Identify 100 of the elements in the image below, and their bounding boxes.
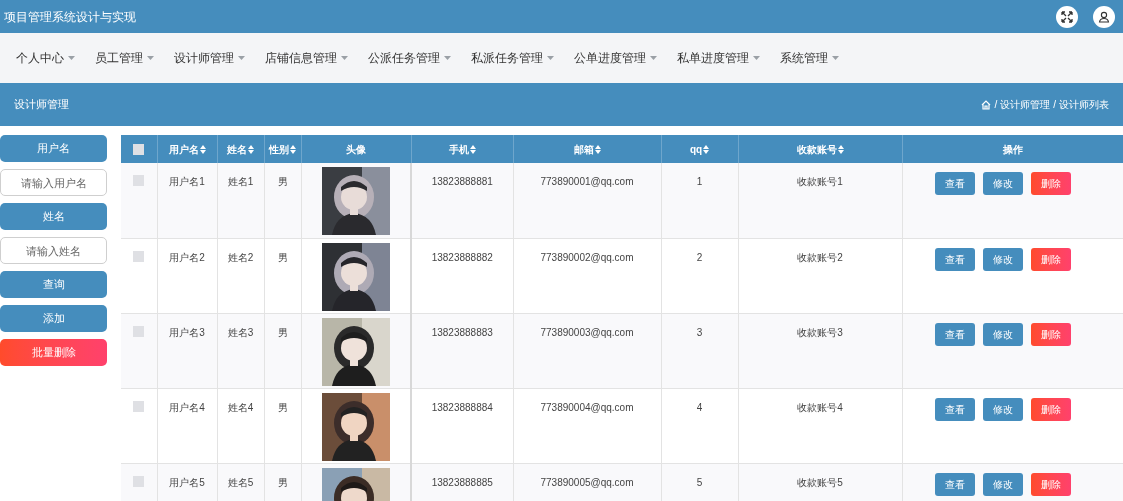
sort-icon[interactable] [594,145,601,155]
table-cell: 男 [277,476,288,488]
row-checkbox[interactable] [133,325,145,337]
table-cell: 姓名4 [227,401,254,413]
sort-icon[interactable] [199,145,206,155]
column-header[interactable]: 用户名 [168,143,199,155]
table-cell: 用户名1 [169,176,205,187]
caret-icon [547,56,554,60]
table-cell: 男 [277,326,288,338]
caret-icon [341,56,348,60]
column-header[interactable]: 收款账号 [796,143,837,155]
table-cell: 姓名2 [227,251,254,263]
edit-button[interactable]: 修改 [982,472,1023,496]
table-cell: 13823888884 [431,401,493,413]
table-cell: 5 [696,476,703,488]
caret-icon [832,56,839,60]
nav-menu-item[interactable]: 店铺信息管理 [265,49,348,67]
app-title: 项目管理系统设计与实现 [4,8,136,26]
fullscreen-icon[interactable] [1056,5,1078,28]
view-button[interactable]: 查看 [934,472,975,496]
table-cell: 2 [696,251,703,263]
edit-button[interactable]: 修改 [982,322,1023,346]
caret-icon [68,56,75,60]
sort-icon[interactable] [469,145,476,155]
select-all-checkbox[interactable] [133,144,145,156]
column-header: 头像 [346,143,366,155]
table-cell: 3 [696,326,703,338]
delete-button[interactable]: 删除 [1030,172,1071,195]
table-cell: 13823888882 [431,251,493,263]
table-cell: 男 [277,251,288,263]
add-button[interactable]: 添加 [0,305,107,332]
column-header[interactable]: qq [689,143,703,155]
caret-icon [753,56,760,60]
query-button[interactable]: 查询 [0,271,107,298]
caret-icon [650,56,657,60]
table-cell: 1 [696,176,703,187]
table-cell: 4 [696,401,703,413]
nav-menu-item[interactable]: 设计师管理 [174,49,245,67]
sort-icon[interactable] [248,145,254,155]
edit-button[interactable]: 修改 [982,247,1023,271]
table-cell: 姓名5 [227,476,254,488]
table-cell: 773890005@qq.com [540,476,634,488]
nav-menu-item[interactable]: 员工管理 [95,49,154,67]
column-header[interactable]: 性别 [269,143,289,155]
page-title: 设计师管理 [14,97,69,113]
table-cell: 773890004@qq.com [540,401,634,413]
table-cell: 姓名3 [227,326,254,338]
table-cell: 用户名3 [169,326,205,338]
table-cell: 收款账号2 [797,251,843,263]
row-checkbox[interactable] [133,175,145,186]
view-button[interactable]: 查看 [934,172,975,195]
view-button[interactable]: 查看 [934,247,975,271]
table-cell: 收款账号3 [797,326,843,338]
table-cell: 用户名2 [169,251,205,263]
row-checkbox[interactable] [133,475,145,487]
table-cell: 收款账号5 [797,476,843,488]
nav-menu-item[interactable]: 私单进度管理 [677,49,760,67]
table-cell: 773890001@qq.com [540,176,634,187]
delete-button[interactable]: 删除 [1030,247,1071,271]
search-label: 姓名 [0,203,107,230]
sort-icon[interactable] [703,145,710,155]
edit-button[interactable]: 修改 [982,172,1023,195]
delete-button[interactable]: 删除 [1030,397,1071,421]
sort-icon[interactable] [290,145,296,155]
breadcrumb-separator: / [1053,98,1056,112]
table-cell: 773890003@qq.com [540,326,634,338]
view-button[interactable]: 查看 [934,397,975,421]
column-header[interactable]: 邮箱 [573,143,594,155]
search-field[interactable]: 请输入用户名 [0,169,107,196]
breadcrumb-separator: / [994,98,998,112]
batch-delete-button[interactable]: 批量删除 [0,339,107,366]
view-button[interactable]: 查看 [934,322,975,346]
user-icon[interactable] [1093,5,1115,28]
sort-icon[interactable] [837,145,844,155]
search-field[interactable]: 请输入姓名 [0,237,107,264]
nav-menu-item[interactable]: 公单进度管理 [574,49,657,67]
row-checkbox[interactable] [133,250,145,262]
nav-menu-item[interactable]: 系统管理 [780,49,839,67]
column-header: 操作 [1002,143,1023,155]
table-cell: 13823888883 [431,326,493,338]
caret-icon [147,56,154,60]
table-cell: 13823888881 [431,176,493,187]
search-label: 用户名 [0,135,107,162]
nav-menu-item[interactable]: 公派任务管理 [368,49,451,67]
row-checkbox[interactable] [133,400,145,412]
table-cell: 收款账号1 [797,176,843,187]
delete-button[interactable]: 删除 [1030,472,1071,496]
nav-menu-item[interactable]: 个人中心 [16,49,75,67]
table-cell: 用户名5 [169,476,205,488]
table-cell: 773890002@qq.com [540,251,634,263]
breadcrumb-link[interactable]: 设计师列表 [1059,97,1109,112]
caret-icon [238,56,245,60]
breadcrumb-link[interactable]: 设计师管理 [1000,97,1051,112]
edit-button[interactable]: 修改 [982,397,1023,421]
home-icon[interactable] [981,99,992,110]
table-cell: 男 [277,401,288,413]
nav-menu-item[interactable]: 私派任务管理 [471,49,554,67]
column-header[interactable]: 手机 [448,143,469,155]
delete-button[interactable]: 删除 [1030,322,1071,346]
column-header[interactable]: 姓名 [227,143,247,155]
